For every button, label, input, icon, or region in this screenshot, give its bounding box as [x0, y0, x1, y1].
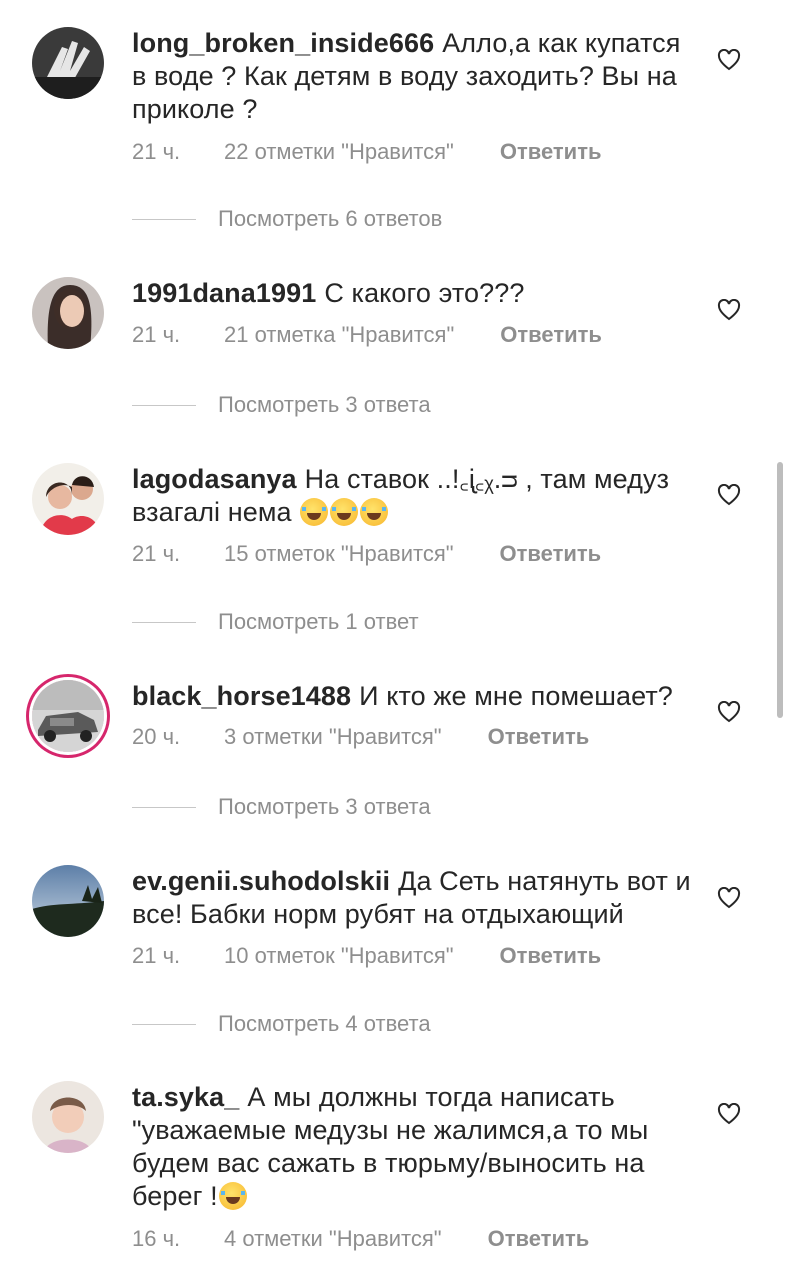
view-replies-label: Посмотреть 4 ответа: [218, 1011, 431, 1036]
divider: [132, 806, 196, 808]
comment-username[interactable]: long_broken_inside666: [132, 28, 434, 58]
comment-text: lagodasanya На ставок ..!꜀ᶖ꜀ᵪ.ᴝ , там мед…: [132, 463, 692, 529]
divider: [132, 404, 196, 406]
comment-likes[interactable]: 10 отметок "Нравится": [224, 943, 454, 969]
comment-time: 21 ч.: [132, 541, 181, 566]
scrollbar[interactable]: [777, 462, 783, 718]
heart-icon[interactable]: [717, 701, 741, 723]
comment-likes[interactable]: 21 отметка "Нравится": [224, 322, 454, 348]
comment-meta: 21 ч. 15 отметок "Нравится" Ответить: [132, 541, 601, 567]
comment-likes[interactable]: 15 отметок "Нравится": [224, 541, 454, 567]
divider: [132, 218, 196, 220]
comment-likes[interactable]: 3 отметки "Нравится": [224, 724, 442, 750]
comment-text: black_horse1488 И кто же мне помешает?: [132, 680, 692, 713]
view-replies-link[interactable]: Посмотреть 6 ответов: [132, 206, 442, 232]
avatar[interactable]: [32, 277, 104, 349]
reply-button[interactable]: Ответить: [500, 322, 602, 348]
comment-text: ta.syka_ А мы должны тогда написать "уваж…: [132, 1081, 692, 1213]
comment-meta: 20 ч. 3 отметки "Нравится" Ответить: [132, 724, 589, 750]
heart-icon[interactable]: [717, 484, 741, 506]
avatar[interactable]: [32, 865, 104, 937]
comment-meta: 21 ч. 21 отметка "Нравится" Ответить: [132, 322, 602, 348]
view-replies-label: Посмотреть 1 ответ: [218, 609, 419, 634]
divider: [132, 1023, 196, 1025]
tears-of-joy-emoji-icon: [218, 1182, 247, 1210]
heart-icon[interactable]: [717, 1103, 741, 1125]
comment-time: 21 ч.: [132, 139, 181, 164]
reply-button[interactable]: Ответить: [488, 1226, 590, 1252]
reply-button[interactable]: Ответить: [488, 724, 590, 750]
avatar[interactable]: [32, 1081, 104, 1153]
avatar[interactable]: [32, 463, 104, 535]
comment-body: С какого это???: [324, 278, 525, 308]
tears-of-joy-emoji-icon: [330, 498, 359, 526]
comment-username[interactable]: ev.genii.suhodolskii: [132, 866, 390, 896]
comment-username[interactable]: black_horse1488: [132, 681, 351, 711]
comment-time: 16 ч.: [132, 1226, 181, 1251]
tears-of-joy-emoji-icon: [300, 498, 329, 526]
view-replies-label: Посмотреть 3 ответа: [218, 392, 431, 417]
view-replies-link[interactable]: Посмотреть 1 ответ: [132, 609, 419, 635]
comment-body: И кто же мне помешает?: [359, 681, 673, 711]
reply-button[interactable]: Ответить: [500, 541, 602, 567]
view-replies-label: Посмотреть 6 ответов: [218, 206, 443, 231]
avatar[interactable]: [32, 680, 104, 752]
comment-time: 21 ч.: [132, 943, 181, 968]
comment-likes[interactable]: 22 отметки "Нравится": [224, 139, 454, 165]
divider: [132, 621, 196, 623]
heart-icon[interactable]: [717, 299, 741, 321]
tears-of-joy-emoji-icon: [360, 498, 389, 526]
avatar[interactable]: [32, 27, 104, 99]
heart-icon[interactable]: [717, 49, 741, 71]
reply-button[interactable]: Ответить: [500, 943, 602, 969]
view-replies-label: Посмотреть 3 ответа: [218, 794, 431, 819]
view-replies-link[interactable]: Посмотреть 3 ответа: [132, 392, 431, 418]
view-replies-link[interactable]: Посмотреть 4 ответа: [132, 1011, 431, 1037]
view-replies-link[interactable]: Посмотреть 3 ответа: [132, 794, 431, 820]
comment-username[interactable]: lagodasanya: [132, 464, 297, 494]
comment-meta: 21 ч. 22 отметки "Нравится" Ответить: [132, 139, 602, 165]
comment-text: 1991dana1991 С какого это???: [132, 277, 692, 310]
reply-button[interactable]: Ответить: [500, 139, 602, 165]
heart-icon[interactable]: [717, 887, 741, 909]
comment-time: 21 ч.: [132, 322, 181, 347]
comment-text: long_broken_inside666 Алло,а как купатся …: [132, 27, 692, 126]
comment-text: ev.genii.suhodolskii Да Сеть натянуть вот…: [132, 865, 692, 931]
comment-meta: 21 ч. 10 отметок "Нравится" Ответить: [132, 943, 601, 969]
comment-time: 20 ч.: [132, 724, 181, 749]
comment-meta: 16 ч. 4 отметки "Нравится" Ответить: [132, 1226, 589, 1252]
comment-likes[interactable]: 4 отметки "Нравится": [224, 1226, 442, 1252]
comment-username[interactable]: 1991dana1991: [132, 278, 316, 308]
comment-username[interactable]: ta.syka_: [132, 1082, 239, 1112]
